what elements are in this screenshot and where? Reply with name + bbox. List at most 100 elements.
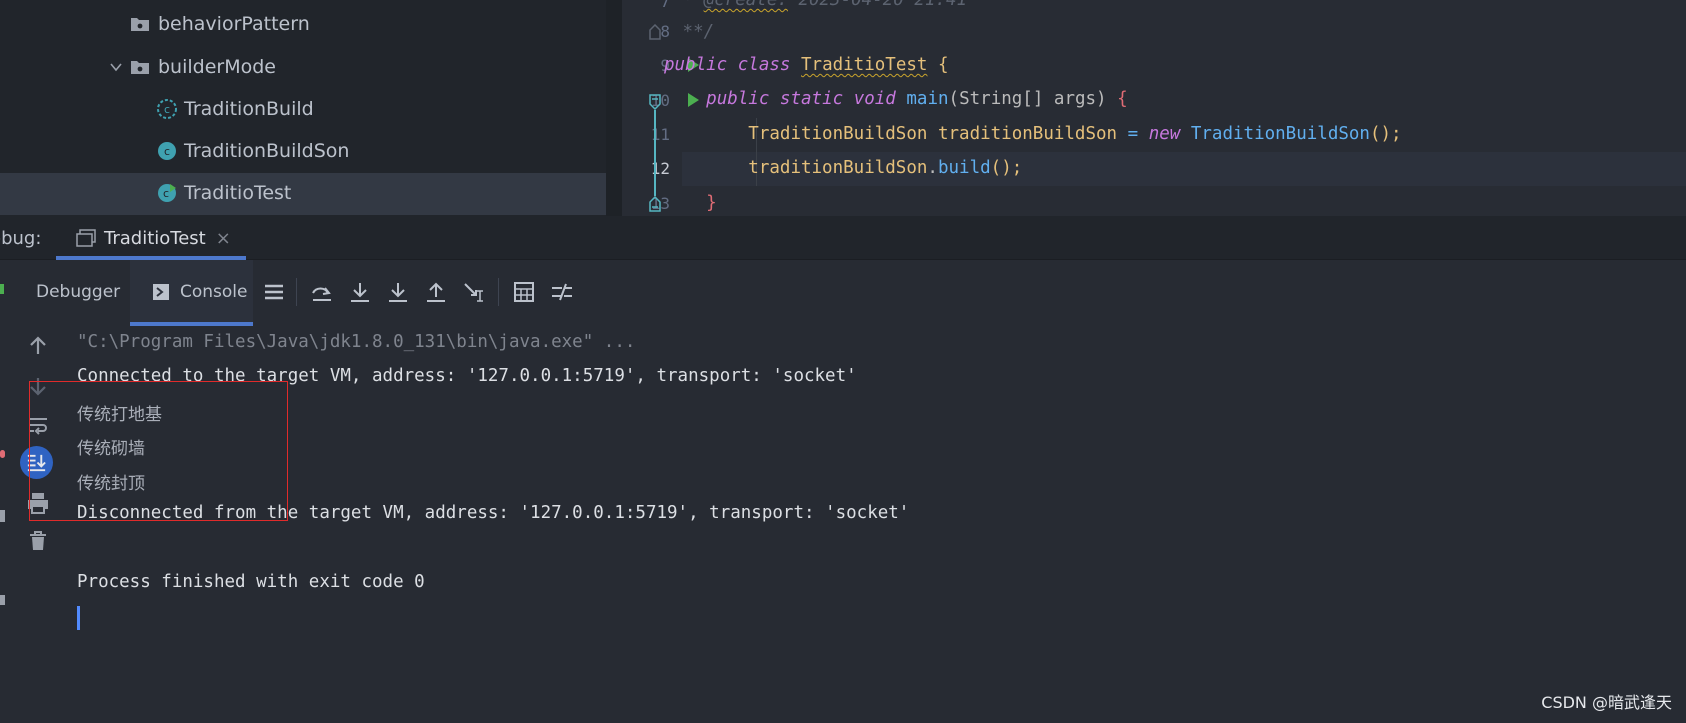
watermark: CSDN @暗武逢天 bbox=[1541, 693, 1672, 712]
fold-end-icon[interactable] bbox=[648, 24, 662, 40]
evaluate-expression-icon[interactable] bbox=[512, 280, 536, 304]
toolbar-divider bbox=[498, 278, 499, 306]
code-token: } bbox=[706, 193, 717, 213]
code-token: void bbox=[853, 89, 896, 109]
code-line-10: public static void main(String[] args) { bbox=[664, 89, 1128, 109]
up-arrow-icon[interactable] bbox=[26, 334, 50, 358]
abstract-class-icon: c bbox=[157, 99, 177, 119]
code-token: static bbox=[779, 89, 844, 109]
runnable-class-icon: c bbox=[158, 184, 176, 202]
resume-icon[interactable] bbox=[0, 284, 4, 294]
code-token: new bbox=[1148, 124, 1181, 144]
code-line-8: **/ bbox=[672, 22, 715, 42]
force-step-into-icon[interactable] bbox=[386, 280, 410, 304]
step-into-icon[interactable] bbox=[348, 280, 372, 304]
code-token: **/ bbox=[672, 22, 715, 42]
console-line: "C:\Program Files\Java\jdk1.8.0_131\bin\… bbox=[77, 332, 636, 352]
code-token: TraditioTest bbox=[801, 55, 928, 75]
code-token: main bbox=[906, 89, 949, 109]
code-token: { bbox=[937, 55, 949, 75]
svg-text:c: c bbox=[164, 145, 170, 158]
tree-item-buildermode[interactable]: builderMode bbox=[130, 51, 276, 83]
window-icon bbox=[76, 229, 96, 247]
code-token: public bbox=[664, 55, 728, 75]
tree-item-label: TraditionBuild bbox=[184, 98, 314, 120]
tab-debugger-label: Debugger bbox=[36, 282, 121, 302]
tree-item-label: TraditionBuildSon bbox=[184, 140, 350, 162]
text-caret bbox=[77, 606, 80, 630]
line-number: 7 bbox=[660, 0, 670, 11]
console-output[interactable]: "C:\Program Files\Java\jdk1.8.0_131\bin\… bbox=[60, 326, 1660, 646]
stop-icon[interactable] bbox=[0, 450, 5, 458]
tree-item-traditionbuildson[interactable]: c TraditionBuildSon bbox=[157, 135, 349, 167]
code-token: = bbox=[1117, 124, 1149, 144]
tree-item-traditionbuild[interactable]: c TraditionBuild bbox=[157, 93, 314, 125]
code-line-11: TraditionBuildSon traditionBuildSon = ne… bbox=[664, 124, 1402, 144]
code-token: 2023-04-20 21:41 bbox=[787, 0, 968, 10]
layout-menu-icon[interactable] bbox=[262, 280, 286, 304]
code-token: (); bbox=[1369, 124, 1402, 144]
annotation-highlight-box bbox=[29, 381, 288, 521]
package-folder-icon bbox=[131, 61, 149, 74]
tab-debugger[interactable]: Debugger bbox=[36, 260, 120, 324]
trash-icon[interactable] bbox=[26, 529, 50, 553]
project-tree: behaviorPattern builderMode c TraditionB… bbox=[0, 0, 622, 216]
debugger-toolbar: Debugger Console bbox=[14, 260, 1686, 326]
console-icon bbox=[153, 284, 169, 300]
package-folder-icon bbox=[131, 18, 149, 31]
tree-selection-highlight bbox=[0, 173, 606, 215]
tree-item-behaviorpattern[interactable]: behaviorPattern bbox=[130, 8, 310, 40]
code-line-7: * @create: 2023-04-20 21:41 bbox=[672, 0, 968, 10]
tree-item-label: builderMode bbox=[158, 56, 276, 78]
code-token: traditionBuildSon bbox=[748, 158, 928, 178]
debug-session-tab[interactable]: TraditioTest × bbox=[56, 216, 246, 260]
svg-text:c: c bbox=[164, 103, 170, 116]
debug-session-tab-label: TraditioTest bbox=[104, 227, 206, 249]
code-token: @create: bbox=[703, 0, 788, 10]
trace-current-stream-icon[interactable] bbox=[550, 280, 574, 304]
tree-item-traditiotest[interactable]: c TraditioTest bbox=[157, 177, 291, 209]
fold-end-icon[interactable] bbox=[648, 196, 662, 212]
run-to-cursor-icon[interactable] bbox=[462, 280, 486, 304]
code-token: traditionBuildSon bbox=[937, 124, 1118, 144]
code-token: . bbox=[927, 158, 938, 178]
code-token: { bbox=[1117, 89, 1128, 109]
class-icon: c bbox=[158, 142, 176, 160]
console-line: Process finished with exit code 0 bbox=[77, 572, 425, 592]
tree-item-label: behaviorPattern bbox=[158, 13, 310, 35]
code-editor[interactable]: 7 8 9 10 11 12 13 * @create: 2023-04-20 … bbox=[622, 0, 1686, 216]
code-token: (); bbox=[990, 158, 1023, 178]
chevron-down-icon[interactable] bbox=[108, 59, 124, 75]
close-icon[interactable]: × bbox=[216, 228, 231, 249]
left-tool-strip bbox=[0, 260, 14, 723]
debug-window-label: ebug: bbox=[0, 228, 42, 249]
fold-start-icon[interactable] bbox=[648, 94, 662, 110]
code-token: build bbox=[937, 158, 991, 178]
tab-console-label: Console bbox=[180, 282, 248, 302]
code-line-9: public class TraditioTest { bbox=[664, 55, 949, 75]
more-icon[interactable] bbox=[0, 595, 5, 605]
pause-icon[interactable] bbox=[0, 510, 5, 522]
code-line-13: } bbox=[664, 193, 717, 213]
code-line-12: traditionBuildSon.build(); bbox=[664, 158, 1022, 178]
tree-scrollbar[interactable] bbox=[606, 0, 622, 216]
step-out-icon[interactable] bbox=[424, 280, 448, 304]
svg-text:c: c bbox=[163, 187, 169, 200]
step-over-icon[interactable] bbox=[310, 280, 334, 304]
toolbar-divider bbox=[296, 278, 297, 306]
tab-console[interactable]: Console bbox=[152, 260, 248, 324]
debug-tool-window-header: ebug: TraditioTest × bbox=[0, 216, 1686, 260]
tree-item-label: TraditioTest bbox=[184, 182, 292, 204]
fold-range-line bbox=[654, 110, 656, 196]
